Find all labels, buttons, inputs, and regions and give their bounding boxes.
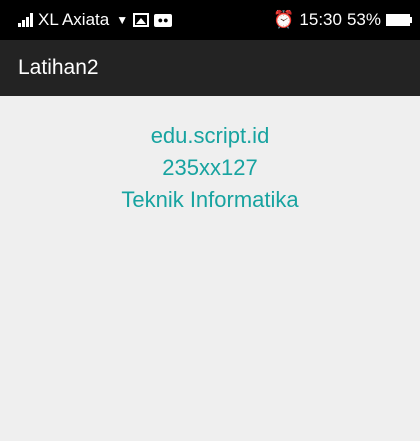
battery-percent: 53% (346, 10, 381, 29)
text-student-id: 235xx127 (162, 155, 258, 180)
signal-icon (18, 13, 33, 27)
text-department: Teknik Informatika (121, 187, 299, 212)
status-right: ⏰ 15:30 53% (273, 10, 412, 30)
alarm-icon: ⏰ (273, 10, 295, 29)
wifi-icon: ▼ (116, 13, 129, 27)
battery-icon (386, 14, 412, 26)
message-icon: ●● (154, 13, 173, 27)
app-title: Latihan2 (18, 56, 99, 79)
text-website: edu.script.id (150, 123, 270, 148)
status-left: XL Axiata ▼ ●● (18, 10, 173, 30)
app-bar: Latihan2 (0, 40, 420, 96)
main-content: edu.script.id 235xx127 Teknik Informatik… (0, 96, 420, 441)
status-bar: XL Axiata ▼ ●● ⏰ 15:30 53% (0, 0, 420, 40)
clock: 15:30 (299, 10, 342, 29)
image-icon (133, 13, 150, 27)
carrier-label: XL Axiata (38, 10, 110, 29)
